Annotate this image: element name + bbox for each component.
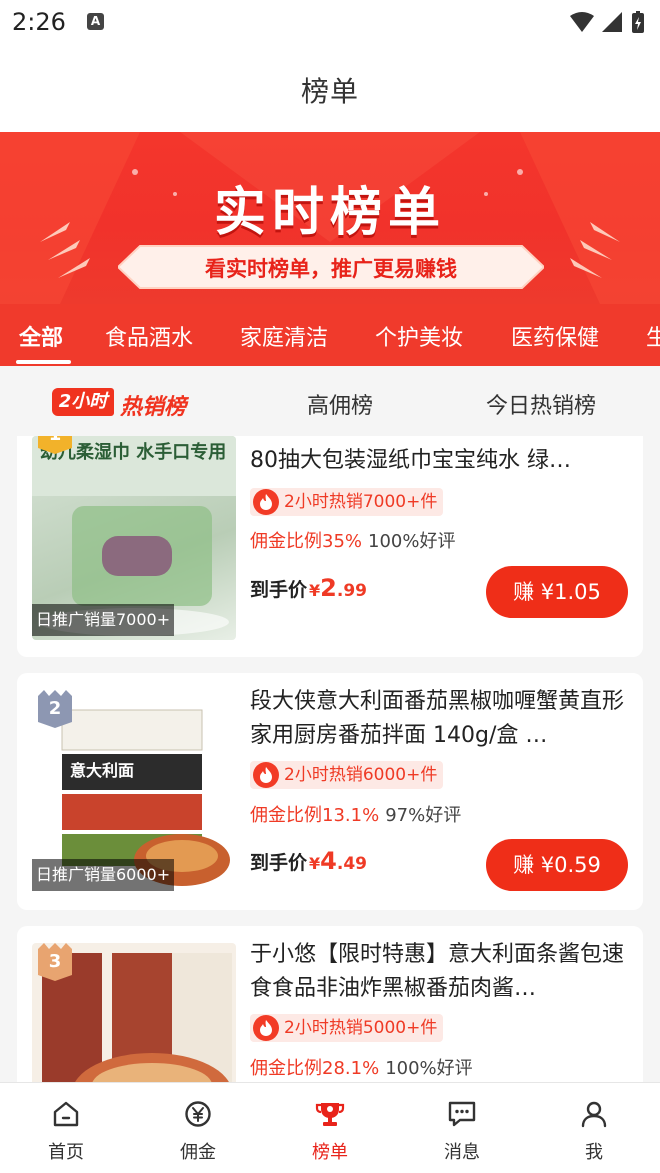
category-tab-health[interactable]: 医药保健 xyxy=(511,320,599,352)
final-price: 到手价 ¥4.49 xyxy=(250,847,367,875)
daily-sales-tag: 日推广销量7000+ xyxy=(32,604,175,636)
cell-signal-icon xyxy=(602,12,622,32)
nav-label: 我 xyxy=(585,1142,603,1163)
nav-label: 消息 xyxy=(444,1142,480,1163)
category-tab-cleaning[interactable]: 家庭清洁 xyxy=(240,320,328,352)
wifi-icon xyxy=(570,12,594,32)
nav-item-me[interactable]: 我 xyxy=(528,1083,660,1173)
product-stats: 佣金比例13.1% 97%好评 xyxy=(250,801,461,827)
product-card[interactable]: 意大利面 2 日推广销量6000+ 段大侠意大利面番茄黑椒咖喱蟹黄直形家用厨房番… xyxy=(17,673,643,910)
rank-number: 3 xyxy=(48,951,62,972)
rank-badge: 3 xyxy=(38,943,72,981)
rank-number: 2 xyxy=(48,698,62,719)
flame-icon xyxy=(253,762,279,788)
product-name: 于小悠【限时特惠】意大利面条酱包速食食品非油炸黑椒番茄肉酱… xyxy=(250,942,625,1001)
daily-sales-tag: 日推广销量6000+ xyxy=(32,859,175,891)
category-tab-more[interactable]: 生 xyxy=(646,320,660,352)
product-name: 段大侠意大利面番茄黑椒咖喱蟹黄直形家用厨房番茄拌面 140g/盒 … xyxy=(250,689,625,748)
rank-badge: 2 xyxy=(38,690,72,728)
good-rate: 100%好评 xyxy=(368,531,456,552)
bottom-nav: 首页 佣金 榜单 消息 我 xyxy=(0,1082,660,1173)
nav-item-messages[interactable]: 消息 xyxy=(396,1083,528,1173)
active-tab-indicator xyxy=(16,360,71,364)
good-rate: 97%好评 xyxy=(385,805,462,826)
earn-button[interactable]: 赚 ¥1.05 xyxy=(486,566,628,618)
hot-sales-badge: 2小时热销6000+件 xyxy=(250,761,444,789)
product-card[interactable]: 3 于小悠【限时特惠】意大利面条酱包速食食品非油炸黑椒番茄肉酱… 2小时热销50… xyxy=(17,926,643,1082)
category-tab-food[interactable]: 食品酒水 xyxy=(105,320,193,352)
yen-coin-icon xyxy=(185,1101,211,1127)
nav-label: 佣金 xyxy=(180,1142,216,1163)
status-time: 2:26 xyxy=(12,8,66,36)
hot-sales-badge: 2小时热销7000+件 xyxy=(250,488,444,516)
hero-banner: 实时榜单 看实时榜单，推广更易赚钱 xyxy=(0,132,660,304)
commission-rate: 佣金比例13.1% xyxy=(250,805,380,826)
hot-sales-text: 2小时热销7000+件 xyxy=(284,492,438,512)
earn-button[interactable]: 赚 ¥0.59 xyxy=(486,839,628,891)
hot-sales-badge: 2小时热销5000+件 xyxy=(250,1014,444,1042)
system-status-icons xyxy=(570,11,644,33)
product-stats: 佣金比例35% 100%好评 xyxy=(250,527,455,553)
category-tab-all[interactable]: 全部 xyxy=(19,320,63,352)
person-icon xyxy=(581,1101,607,1128)
flame-icon xyxy=(253,1015,279,1041)
rank-number: 1 xyxy=(38,436,72,445)
product-card[interactable]: 幼儿柔湿巾 水手口专用 1 日推广销量7000+ 大】Babcre平替湿巾婴幼儿… xyxy=(17,436,643,657)
tab-today-hot[interactable]: 今日热销榜 xyxy=(486,388,596,420)
nav-label: 榜单 xyxy=(312,1142,348,1163)
commission-rate: 佣金比例35% xyxy=(250,531,363,552)
nav-label: 首页 xyxy=(48,1142,84,1163)
banner-subtitle: 看实时榜单，推广更易赚钱 xyxy=(205,257,457,281)
rank-badge: 1 xyxy=(38,436,72,454)
nav-item-home[interactable]: 首页 xyxy=(0,1083,132,1173)
hot-sales-text: 2小时热销6000+件 xyxy=(284,765,438,785)
page-header: 榜单 xyxy=(0,44,660,132)
product-list: 幼儿柔湿巾 水手口专用 1 日推广销量7000+ 大】Babcre平替湿巾婴幼儿… xyxy=(0,436,660,1082)
flame-icon xyxy=(253,489,279,515)
product-image-text: 意大利面 xyxy=(70,761,135,780)
status-bar: 2:26 A xyxy=(0,0,660,44)
ranking-type-tabs: 2小时 热销榜 高佣榜 今日热销榜 xyxy=(0,366,660,436)
tab-high-commission[interactable]: 高佣榜 xyxy=(307,388,373,420)
good-rate: 100%好评 xyxy=(385,1058,473,1079)
page-title: 榜单 xyxy=(300,75,359,108)
product-stats: 佣金比例28.1% 100%好评 xyxy=(250,1054,473,1080)
nav-item-ranking[interactable]: 榜单 xyxy=(264,1083,396,1173)
category-tab-beauty[interactable]: 个护美妆 xyxy=(375,320,463,352)
home-icon xyxy=(53,1101,79,1127)
hot-sales-text: 2小时热销5000+件 xyxy=(284,1018,438,1038)
message-icon xyxy=(448,1101,476,1127)
category-tabs: 全部 食品酒水 家庭清洁 个护美妆 医药保健 生 xyxy=(0,304,660,366)
banner-subtitle-frame: 看实时榜单，推广更易赚钱 xyxy=(118,244,544,290)
nav-item-commission[interactable]: 佣金 xyxy=(132,1083,264,1173)
notification-icon: A xyxy=(87,13,104,30)
commission-rate: 佣金比例28.1% xyxy=(250,1058,380,1079)
price-label: 到手价 xyxy=(250,579,308,601)
trophy-icon xyxy=(315,1103,345,1126)
price-label: 到手价 xyxy=(250,852,308,874)
product-name: 大】Babcre平替湿巾婴幼儿手口加厚80抽大包装湿纸巾宝宝纯水 绿… xyxy=(250,436,613,473)
tab-2h-pill: 2小时 xyxy=(52,388,114,416)
banner-title: 实时榜单 xyxy=(213,183,446,243)
final-price: 到手价 ¥2.99 xyxy=(250,574,367,602)
tab-2h-label: 热销榜 xyxy=(120,395,187,420)
